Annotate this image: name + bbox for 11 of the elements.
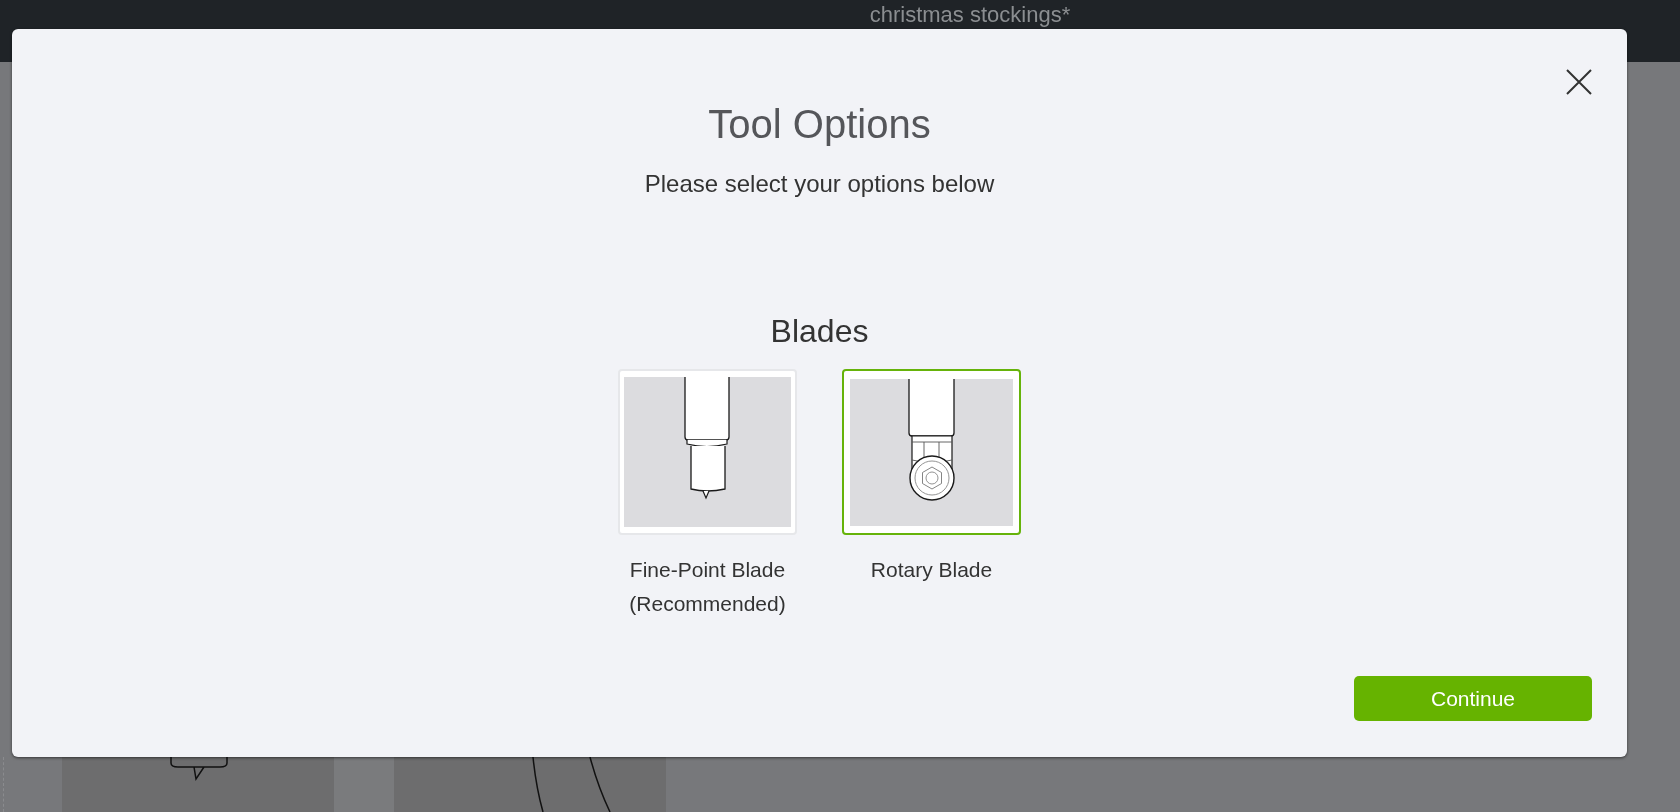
section-title: Blades — [770, 312, 869, 350]
blade-option[interactable] — [842, 369, 1021, 535]
close-icon — [1566, 69, 1592, 95]
document-title: christmas stockings* — [869, 2, 1071, 28]
blade-label: Rotary Blade — [870, 557, 993, 583]
close-button[interactable] — [1566, 69, 1592, 95]
continue-button[interactable]: Continue — [1354, 676, 1592, 721]
outline-drawing — [170, 757, 228, 781]
blade-label: Fine-Point Blade (Recommended) — [628, 557, 787, 617]
dialog-subtitle: Please select your options below — [644, 169, 995, 199]
dialog-title: Tool Options — [708, 101, 931, 148]
